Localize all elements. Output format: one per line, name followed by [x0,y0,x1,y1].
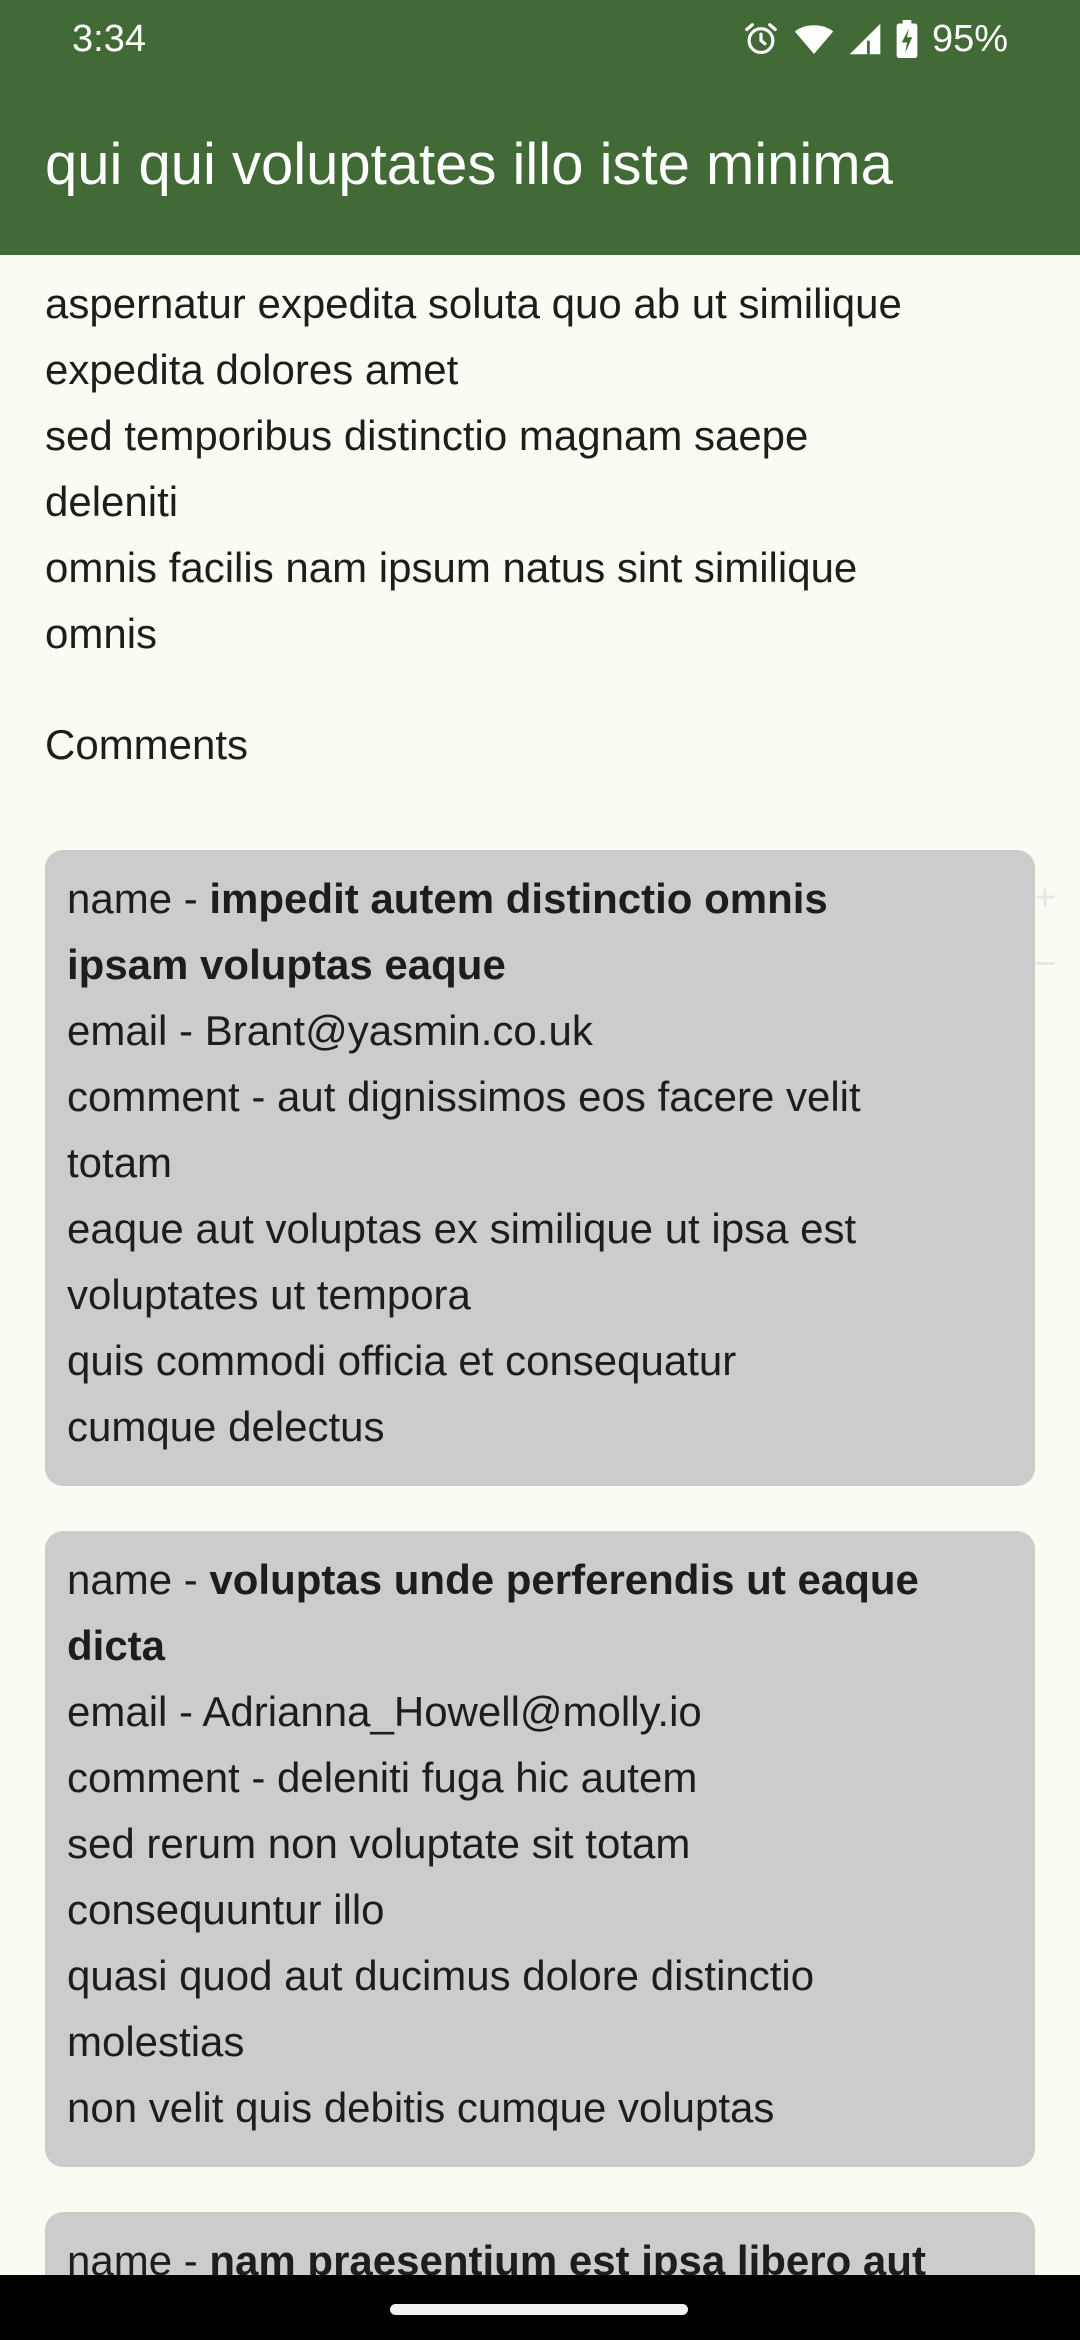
post-body-line: aspernatur expedita soluta quo ab ut sim… [45,280,902,327]
name-prefix: name - [67,2237,210,2275]
zoom-in-button[interactable]: + [1010,865,1080,931]
comment-name-value: nam praesentium est ipsa libero aut [209,2237,926,2275]
comment-text-line: deleniti fuga hic autem [277,1754,698,1801]
post-body-line: omnis [45,610,158,657]
comment-prefix: comment - [67,1073,278,1120]
post-detail-scroll[interactable]: aspernatur expedita soluta quo ab ut sim… [0,255,1080,2275]
comment-text-line: non velit quis debitis cumque voluptas [67,2084,775,2131]
comment-name: name - impedit autem distinctio omnis [67,866,1013,932]
zoom-controls: + − [1010,865,1080,997]
comment-text-line: consequuntur illo [67,1886,385,1933]
comment-card: name - nam praesentium est ipsa libero a… [45,2212,1035,2275]
comment-text-line: molestias [67,2018,245,2065]
comment-text-line: aut dignissimos eos facere velit [277,1073,861,1120]
status-icons: 95% [742,18,1008,61]
comment-name-value: dicta [67,1622,166,1669]
comment-name: name - voluptas unde perferendis ut eaqu… [67,1547,1013,1613]
post-body-line: expedita dolores amet [45,346,459,393]
comment-card: name - voluptas unde perferendis ut eaqu… [45,1531,1035,2167]
comment-text-line: voluptates ut tempora [67,1271,471,1318]
name-prefix: name - [67,1556,210,1603]
comment-text-line: quasi quod aut ducimus dolore distinctio [67,1952,815,1999]
comment-text-line: quis commodi officia et consequatur [67,1337,737,1384]
navigation-bar [0,2275,1080,2340]
comment-text-line: eaque aut voluptas ex similique ut ipsa … [67,1205,857,1252]
post-body-line: deleniti [45,478,179,525]
email-prefix: email - [67,1688,203,1735]
comment-text-line: totam [67,1139,173,1186]
name-prefix: name - [67,875,210,922]
post-body: aspernatur expedita soluta quo ab ut sim… [45,271,1045,667]
status-bar: 3:34 95% [0,0,1080,78]
page-title: qui qui voluptates illo iste minima [45,132,893,197]
battery-charging-icon [896,20,918,58]
comment-text-line: sed rerum non voluptate sit totam [67,1820,691,1867]
signal-icon [848,21,882,57]
home-gesture-handle[interactable] [390,2304,688,2315]
status-time: 3:34 [72,17,146,60]
wifi-icon [794,21,834,57]
comment-name-value: impedit autem distinctio omnis [209,875,828,922]
battery-percent: 95% [931,17,1008,60]
comment-email-value: Brant@yasmin.co.uk [204,1007,593,1054]
comment-name-cont: ipsam voluptas eaque [67,932,1013,998]
comment-name-cont: dicta [67,1613,1013,1679]
comment-name: name - nam praesentium est ipsa libero a… [67,2228,1013,2275]
comment-text: comment - deleniti fuga hic autem [67,1745,1013,1811]
comment-text: comment - aut dignissimos eos facere vel… [67,1064,1013,1130]
comment-email: email - Adrianna_Howell@molly.io [67,1679,1013,1745]
comment-text-line: cumque delectus [67,1403,385,1450]
comment-email: email - Brant@yasmin.co.uk [67,998,1013,1064]
comment-name-value: voluptas unde perferendis ut eaque [209,1556,919,1603]
comment-card: name - impedit autem distinctio omnis ip… [45,850,1035,1486]
zoom-out-button[interactable]: − [1010,931,1080,997]
comment-prefix: comment - [67,1754,278,1801]
email-prefix: email - [67,1007,205,1054]
comments-heading: Comments [45,721,249,768]
comment-name-value: ipsam voluptas eaque [67,941,506,988]
post-body-line: omnis facilis nam ipsum natus sint simil… [45,544,858,591]
alarm-icon [742,20,780,58]
post-body-line: sed temporibus distinctio magnam saepe [45,412,809,459]
comment-email-value: Adrianna_Howell@molly.io [202,1688,702,1735]
app-bar: 3:34 95% qui qui voluptates illo iste mi… [0,0,1080,255]
